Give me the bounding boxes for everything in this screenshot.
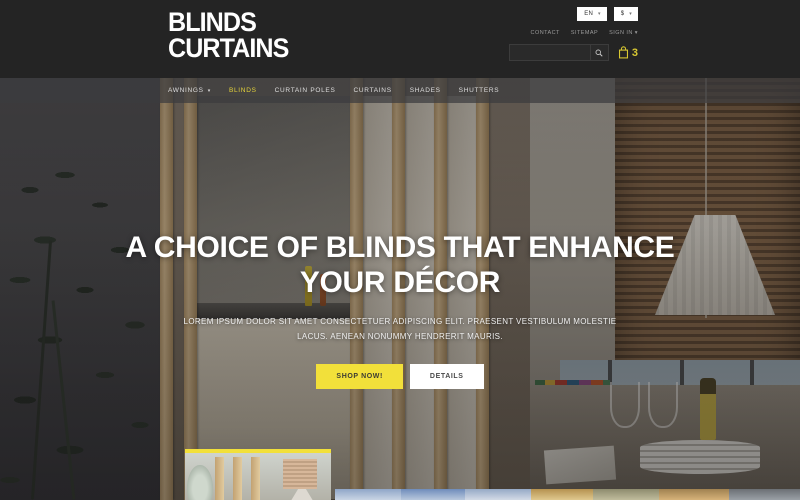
thumb-door-slat — [251, 457, 260, 500]
nav-item-curtains-label: CURTAINS — [353, 87, 392, 94]
hero-title: A CHOICE OF BLINDS THAT ENHANCE YOUR DÉC… — [125, 231, 675, 299]
nav-item-curtain-poles[interactable]: CURTAIN POLES — [275, 87, 336, 94]
site-header: BLINDS CURTAINS EN ▾ $ ▾ CONTACT SITEMAP… — [0, 0, 800, 78]
language-switcher-label: EN — [584, 11, 594, 17]
site-logo[interactable]: BLINDS CURTAINS — [168, 9, 289, 62]
nav-items: AWNINGS ▾ BLINDS CURTAIN POLES CURTAINS … — [168, 87, 499, 94]
slider-thumbnail-strip — [335, 489, 800, 500]
slide-thumb-8[interactable] — [729, 489, 800, 500]
chevron-down-icon: ▾ — [629, 11, 632, 17]
thumb-door-slat — [233, 457, 242, 500]
nav-item-awnings-label: AWNINGS — [168, 87, 204, 94]
main-navigation: AWNINGS ▾ BLINDS CURTAIN POLES CURTAINS … — [0, 78, 800, 103]
switchers-group: EN ▾ $ ▾ — [577, 7, 638, 21]
nav-item-blinds[interactable]: BLINDS — [229, 87, 257, 94]
search-box[interactable] — [508, 44, 609, 61]
top-link-contact[interactable]: CONTACT — [531, 30, 560, 36]
search-input[interactable] — [509, 45, 590, 60]
cart-count: 3 — [631, 46, 638, 59]
slide-thumb-4[interactable] — [465, 489, 531, 500]
hero-buttons: SHOP NOW! DETAILS — [0, 364, 800, 389]
hero-content: A CHOICE OF BLINDS THAT ENHANCE YOUR DÉC… — [0, 230, 800, 389]
cart-button[interactable]: 3 — [618, 46, 638, 59]
slide-thumb-7[interactable] — [659, 489, 729, 500]
nav-item-awnings[interactable]: AWNINGS ▾ — [168, 87, 211, 94]
search-area: 3 — [508, 44, 638, 61]
nav-item-shutters-label: SHUTTERS — [458, 87, 500, 94]
shop-now-button[interactable]: SHOP NOW! — [316, 364, 403, 389]
slide-thumb-3[interactable] — [401, 489, 465, 500]
top-link-sign-in[interactable]: SIGN IN ▾ — [609, 30, 638, 36]
slide-thumb-6[interactable] — [593, 489, 659, 500]
currency-switcher-label: $ — [620, 11, 625, 17]
nav-item-shades[interactable]: SHADES — [410, 87, 441, 94]
top-link-sitemap[interactable]: SITEMAP — [571, 30, 598, 36]
search-button[interactable] — [589, 45, 608, 60]
thumb-window — [283, 459, 317, 489]
currency-switcher[interactable]: $ ▾ — [613, 7, 638, 21]
nav-item-curtain-poles-label: CURTAIN POLES — [274, 87, 336, 94]
details-button[interactable]: DETAILS — [409, 364, 484, 389]
slide-thumb-1[interactable] — [185, 449, 331, 500]
slide-thumb-5[interactable] — [531, 489, 593, 500]
shopping-bag-icon — [618, 46, 628, 59]
chevron-down-icon: ▾ — [634, 30, 638, 36]
search-icon — [595, 49, 603, 57]
slide-thumb-2[interactable] — [335, 489, 401, 500]
thumb-door-slat — [215, 457, 224, 500]
language-switcher[interactable]: EN ▾ — [577, 7, 607, 21]
chevron-down-icon: ▾ — [598, 11, 601, 17]
nav-item-curtains[interactable]: CURTAINS — [354, 87, 392, 94]
nav-item-shutters[interactable]: SHUTTERS — [459, 87, 500, 94]
top-link-sign-in-label: SIGN IN — [609, 30, 633, 36]
nav-item-shades-label: SHADES — [409, 87, 441, 94]
nav-item-blinds-label: BLINDS — [228, 87, 257, 94]
thumb-lamp — [289, 489, 315, 500]
top-links: CONTACT SITEMAP SIGN IN ▾ — [531, 30, 638, 36]
hero-subtitle: LOREM IPSUM DOLOR SIT AMET CONSECTETUER … — [183, 317, 617, 341]
chevron-down-icon: ▾ — [207, 87, 211, 94]
thumb-plant — [187, 465, 213, 500]
